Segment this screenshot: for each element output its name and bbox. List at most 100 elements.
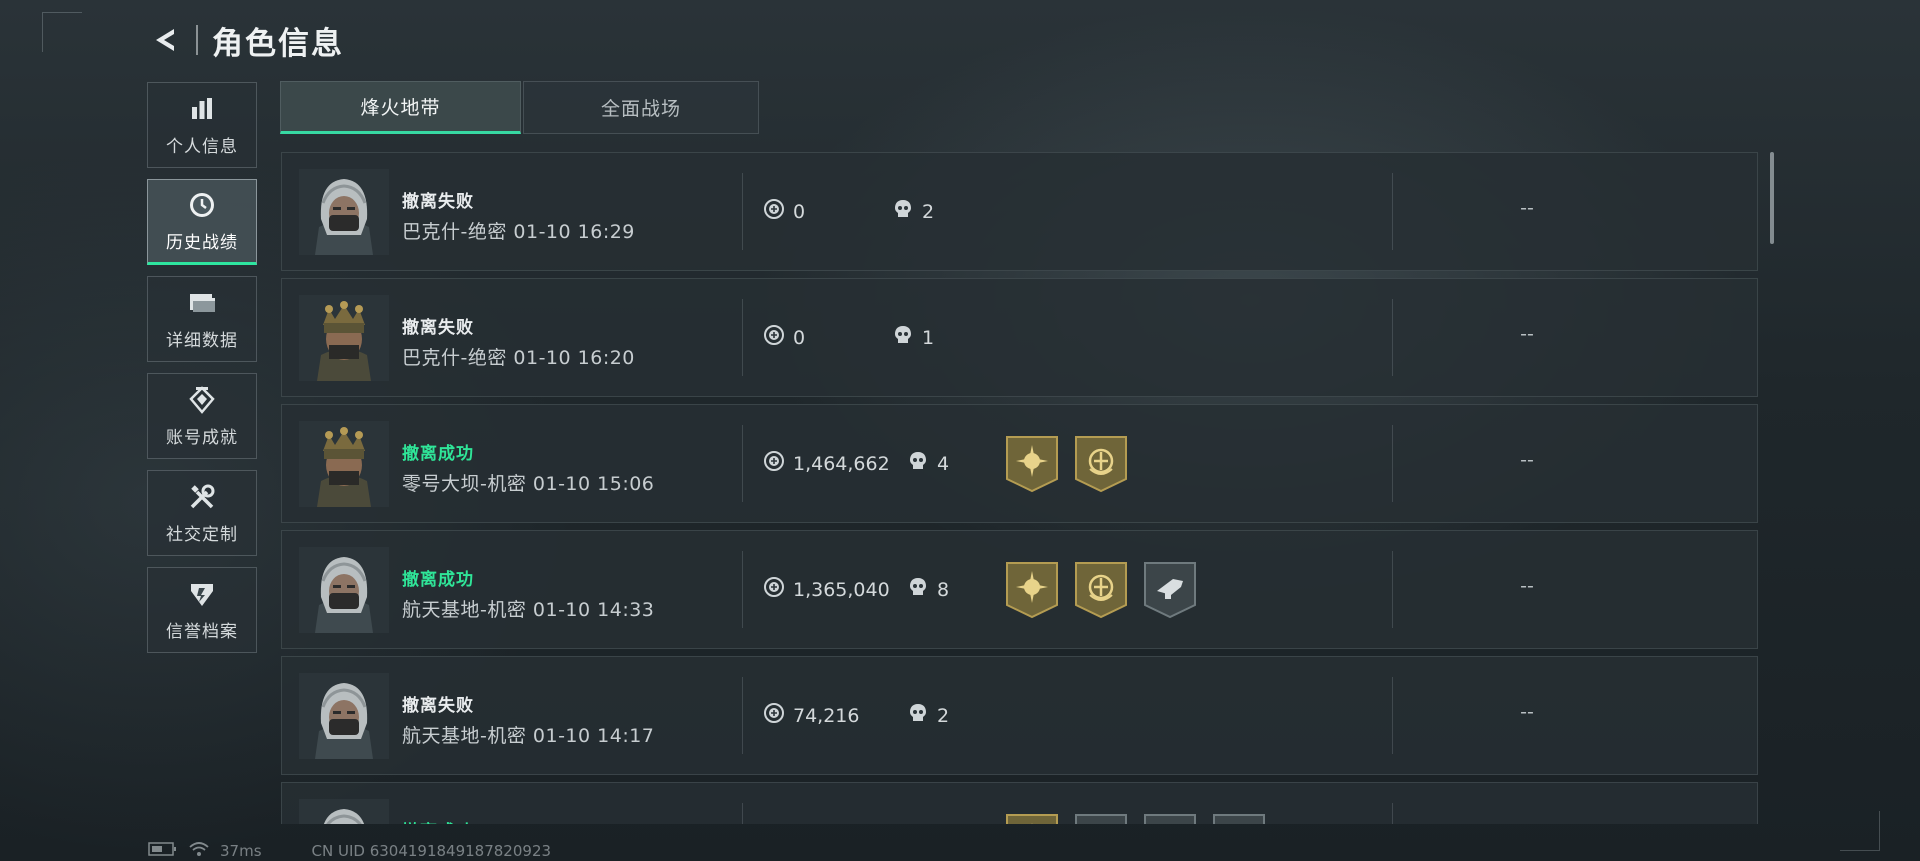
extraction-result: 撤离成功	[402, 817, 474, 824]
column-divider	[1392, 551, 1393, 628]
column-divider	[1392, 173, 1393, 250]
match-history-list: 撤离失败 巴克什-绝密 01-10 16:29 0 2 -- 撤离失败 巴克什-绝密 01-…	[281, 152, 1758, 824]
loot-value-text: 0	[793, 326, 806, 349]
operator-hooded-avatar	[299, 547, 389, 633]
loot-value: 1,365,040	[763, 576, 890, 603]
sidebar-item-details[interactable]: 详细数据	[147, 276, 257, 362]
kill-count-text: 4	[937, 452, 950, 475]
frame-corner	[1840, 811, 1880, 851]
kill-count-text: 1	[922, 326, 935, 349]
tab-warzone[interactable]: 烽火地带	[280, 81, 521, 134]
column-divider	[742, 173, 743, 250]
sidebar-item-label: 信誉档案	[166, 621, 238, 642]
match-row[interactable]: 撤离成功零号大坝-机密 01-10 15:06 1,464,662 4 --	[281, 404, 1758, 523]
gold-emblem-badge[interactable]	[1074, 561, 1128, 619]
back-arrow-icon[interactable]	[148, 23, 182, 57]
extra-info: --	[1520, 323, 1534, 345]
coin-icon	[763, 324, 785, 351]
operator-crown-avatar	[299, 421, 389, 507]
shield-icon	[187, 579, 217, 609]
sidebar-nav: 个人信息 历史战绩 详细数据 账号成就 社交定制 信誉档案	[147, 82, 257, 653]
sidebar-item-reputation[interactable]: 信誉档案	[147, 567, 257, 653]
header-divider	[196, 25, 198, 55]
operator-crown-avatar	[299, 295, 389, 381]
coin-icon	[763, 576, 785, 603]
column-divider	[1392, 299, 1393, 376]
map-and-time: 巴克什-绝密 01-10 16:20	[402, 347, 635, 369]
gray-badge[interactable]	[1074, 813, 1128, 824]
gray-weapon-badge[interactable]	[1143, 561, 1197, 619]
coin-icon	[763, 198, 785, 225]
extraction-result: 撤离失败	[402, 192, 474, 212]
skull-icon	[892, 324, 914, 351]
map-and-time: 航天基地-机密 01-10 14:33	[402, 599, 655, 621]
tools-icon	[187, 482, 217, 512]
coin-icon	[763, 450, 785, 477]
sidebar-item-label: 个人信息	[166, 136, 238, 157]
column-divider	[742, 299, 743, 376]
skull-icon	[892, 198, 914, 225]
kill-count: 4	[907, 450, 949, 477]
column-divider	[1392, 803, 1393, 824]
skull-icon	[907, 702, 929, 729]
loot-value: 0	[763, 198, 805, 225]
sidebar-item-label: 账号成就	[166, 427, 238, 448]
match-row[interactable]: 撤离成功	[281, 782, 1758, 824]
kill-count: 1	[892, 324, 934, 351]
map-and-time: 零号大坝-机密 01-10 15:06	[402, 473, 655, 495]
loot-value-text: 1,464,662	[793, 452, 890, 475]
gray-badge[interactable]	[1143, 813, 1197, 824]
ping-text: 37ms	[220, 842, 262, 860]
kill-count-text: 2	[922, 200, 935, 223]
sidebar-item-label: 历史战绩	[166, 232, 238, 253]
badge-row	[1005, 561, 1197, 619]
match-row[interactable]: 撤离失败航天基地-机密 01-10 14:17 74,216 2 --	[281, 656, 1758, 775]
gold-sun-badge[interactable]	[1005, 813, 1059, 824]
gold-sun-badge[interactable]	[1005, 561, 1059, 619]
kill-count: 2	[907, 702, 949, 729]
operator-hooded-avatar	[299, 799, 389, 824]
coin-icon	[763, 702, 785, 729]
clock-icon	[187, 190, 217, 220]
sidebar-item-profile[interactable]: 个人信息	[147, 82, 257, 168]
kill-count-text: 8	[937, 578, 950, 601]
gold-sun-badge[interactable]	[1005, 435, 1059, 493]
map-and-time: 航天基地-机密 01-10 14:17	[402, 725, 655, 747]
column-divider	[742, 803, 743, 824]
match-row[interactable]: 撤离失败 巴克什-绝密 01-10 16:29 0 2 --	[281, 152, 1758, 271]
loot-value: 74,216	[763, 702, 859, 729]
skull-icon	[907, 576, 929, 603]
kill-count: 2	[892, 198, 934, 225]
loot-value-text: 74,216	[793, 704, 860, 727]
sidebar-item-label: 详细数据	[166, 330, 238, 351]
extra-info: --	[1520, 575, 1534, 597]
gold-emblem-badge[interactable]	[1074, 435, 1128, 493]
match-row[interactable]: 撤离失败巴克什-绝密 01-10 16:20 0 1 --	[281, 278, 1758, 397]
medal-icon	[187, 385, 217, 415]
extraction-result: 撤离成功	[402, 444, 474, 464]
tab-battlefield[interactable]: 全面战场	[523, 81, 759, 134]
column-divider	[742, 425, 743, 502]
extra-info: --	[1520, 449, 1534, 471]
column-divider	[1392, 425, 1393, 502]
operator-hooded-avatar	[299, 673, 389, 759]
status-bar: 37ms CN UID 6304191849187820923	[148, 841, 551, 861]
badge-row	[1005, 435, 1128, 493]
extraction-result: 撤离失败	[402, 318, 474, 338]
loot-value-text: 0	[793, 200, 806, 223]
battery-icon	[148, 841, 178, 861]
column-divider	[1392, 677, 1393, 754]
sidebar-item-label: 社交定制	[166, 524, 238, 545]
sidebar-item-achievements[interactable]: 账号成就	[147, 373, 257, 459]
sidebar-item-social[interactable]: 社交定制	[147, 470, 257, 556]
badge-row	[1005, 813, 1266, 824]
scrollbar[interactable]	[1770, 152, 1774, 244]
extra-info: --	[1520, 701, 1534, 723]
extraction-result: 撤离失败	[402, 696, 474, 716]
mode-tabs: 烽火地带 全面战场	[280, 81, 759, 134]
sidebar-item-history[interactable]: 历史战绩	[147, 179, 257, 265]
gray-badge[interactable]	[1212, 813, 1266, 824]
match-row[interactable]: 撤离成功航天基地-机密 01-10 14:33 1,365,040 8 --	[281, 530, 1758, 649]
extraction-result: 撤离成功	[402, 570, 474, 590]
page-header: 角色信息	[148, 18, 344, 62]
